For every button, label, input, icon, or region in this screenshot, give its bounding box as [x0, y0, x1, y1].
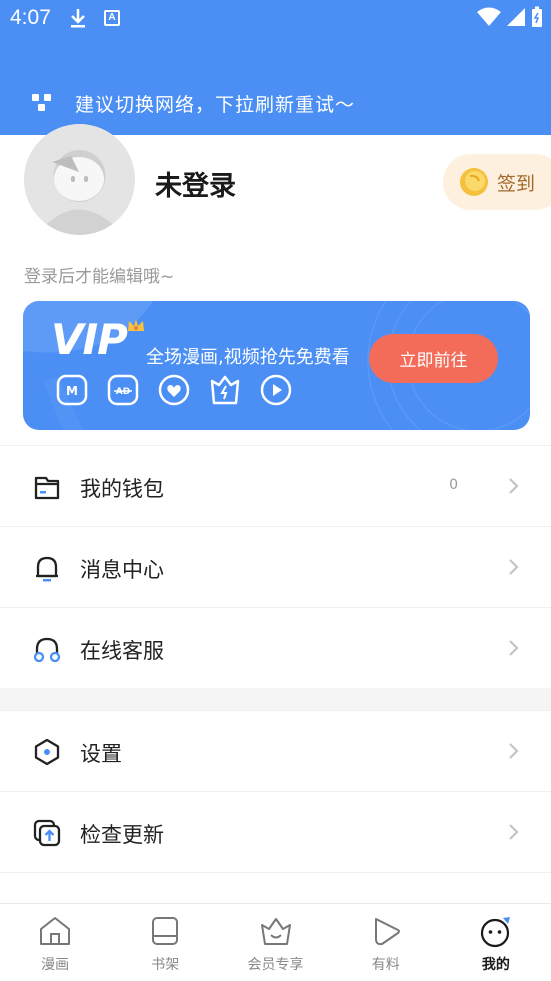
battery-icon [531, 6, 543, 32]
login-hint: 登录后才能编辑哦~ [24, 267, 175, 287]
profile-face-icon [480, 917, 510, 948]
bell-icon [36, 556, 58, 582]
chevron-right-icon [509, 743, 519, 759]
status-right-group [477, 6, 543, 32]
status-bar: 4:07 A [0, 0, 551, 40]
tab-vip[interactable]: 会员专享 [220, 904, 330, 981]
menu-item-wallet[interactable]: 我的钱包 0 [0, 445, 551, 526]
chevron-right-icon [509, 559, 519, 575]
menu-label: 我的钱包 [80, 477, 164, 501]
default-avatar-icon [24, 124, 135, 235]
menu-label: 检查更新 [80, 823, 164, 847]
network-error-icon [30, 92, 54, 116]
headset-icon [33, 637, 61, 663]
bottom-tab-bar: 漫画 书架 会员专享 有料 我的 [0, 903, 551, 981]
vip-noads-icon: AD [107, 374, 139, 406]
vip-bolt-icon [210, 375, 240, 405]
login-status-title[interactable]: 未登录 [155, 164, 236, 203]
menu-label: 在线客服 [80, 639, 164, 663]
tab-mine[interactable]: 我的 [441, 904, 551, 981]
wallet-icon [34, 476, 60, 500]
tab-manga[interactable]: 漫画 [0, 904, 110, 981]
wallet-balance: 0 [449, 477, 458, 493]
signal-icon [507, 7, 525, 31]
chevron-right-icon [509, 478, 519, 494]
vip-logo: VIP [51, 315, 128, 364]
avatar[interactable] [24, 124, 135, 235]
network-banner: 建议切换网络，下拉刷新重试～ [0, 40, 551, 135]
crown-icon [126, 317, 146, 337]
menu-label: 设置 [80, 742, 122, 766]
signin-button[interactable]: 签到 [443, 154, 551, 210]
update-icon [33, 819, 61, 847]
a-badge-icon: A [104, 10, 120, 26]
status-time: 4:07 [10, 6, 51, 29]
signin-label: 签到 [497, 172, 536, 195]
tab-bookshelf[interactable]: 书架 [110, 904, 220, 981]
vip-card[interactable]: VIP 全场漫画,视频抢先免费看 立即前往 M AD [23, 301, 530, 430]
vip-slogan: 全场漫画,视频抢先免费看 [146, 347, 350, 368]
section-divider [0, 688, 551, 710]
tab-label: 漫画 [41, 957, 70, 973]
tab-label: 会员专享 [247, 957, 304, 973]
chevron-right-icon [509, 824, 519, 840]
vip-heart-icon [158, 374, 190, 406]
settings-icon [34, 738, 60, 766]
play-icon [374, 918, 400, 946]
vip-basket-icon [260, 918, 291, 945]
menu-item-customer-service[interactable]: 在线客服 [0, 607, 551, 688]
bookshelf-icon [152, 917, 179, 945]
network-banner-text: 建议切换网络，下拉刷新重试～ [75, 94, 356, 116]
vip-benefit-icons: M AD [55, 373, 293, 407]
tab-label: 书架 [151, 957, 180, 973]
svg-text:M: M [66, 384, 78, 398]
menu-item-settings[interactable]: 设置 [0, 710, 551, 791]
menu-item-check-update[interactable]: 检查更新 [0, 791, 551, 872]
vip-manga-icon: M [56, 374, 88, 406]
chevron-right-icon [509, 640, 519, 656]
svg-text:AD: AD [116, 387, 130, 397]
vip-play-icon [260, 374, 292, 406]
wifi-icon [477, 7, 501, 31]
download-icon [68, 6, 88, 34]
menu-label: 消息中心 [80, 558, 164, 582]
tab-label: 有料 [371, 957, 400, 973]
menu-item-messages[interactable]: 消息中心 [0, 526, 551, 607]
vip-go-button[interactable]: 立即前往 [369, 334, 498, 383]
coin-icon [460, 168, 488, 196]
tab-label: 我的 [481, 957, 510, 973]
tab-youliao[interactable]: 有料 [331, 904, 441, 981]
home-icon [40, 917, 71, 945]
